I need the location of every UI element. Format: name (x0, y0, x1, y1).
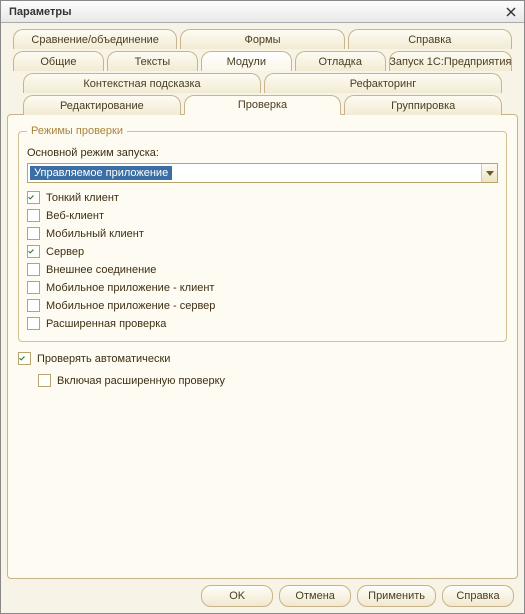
ok-button[interactable]: OK (201, 585, 273, 607)
tab-editing[interactable]: Редактирование (23, 95, 181, 115)
tab-row-3: Контекстная подсказка Рефакторинг (7, 73, 518, 93)
chevron-down-icon[interactable] (481, 164, 497, 182)
tab-label: Отладка (318, 56, 361, 68)
tab-label: Проверка (238, 99, 287, 111)
tab-label: Справка (408, 34, 451, 46)
check-label: Мобильное приложение - клиент (46, 282, 214, 294)
include-ext-label: Включая расширенную проверку (57, 375, 225, 387)
mode-label: Основной режим запуска: (27, 147, 498, 159)
check-row[interactable]: Тонкий клиент (27, 191, 498, 204)
close-icon[interactable] (502, 4, 520, 20)
help-button[interactable]: Справка (442, 585, 514, 607)
checkbox[interactable] (27, 245, 40, 258)
window-title: Параметры (9, 6, 71, 18)
group-legend: Режимы проверки (27, 125, 127, 137)
tab-texts[interactable]: Тексты (107, 51, 198, 71)
check-row[interactable]: Внешнее соединение (27, 263, 498, 276)
mode-combo[interactable]: Управляемое приложение (27, 163, 498, 183)
tab-row-1: Сравнение/объединение Формы Справка (7, 29, 518, 49)
tab-label: Контекстная подсказка (83, 78, 200, 90)
tab-label: Формы (244, 34, 280, 46)
checkbox[interactable] (27, 317, 40, 330)
check-row[interactable]: Мобильное приложение - сервер (27, 299, 498, 312)
checkbox[interactable] (27, 263, 40, 276)
check-row[interactable]: Расширенная проверка (27, 317, 498, 330)
check-label: Веб-клиент (46, 210, 104, 222)
auto-check-row[interactable]: Проверять автоматически (18, 352, 507, 365)
cancel-button[interactable]: Отмена (279, 585, 351, 607)
tab-label: Рефакторинг (350, 78, 416, 90)
tab-label: Запуск 1С:Предприятия (389, 56, 511, 68)
tab-label: Сравнение/объединение (31, 34, 159, 46)
check-row[interactable]: Веб-клиент (27, 209, 498, 222)
panel-check: Режимы проверки Основной режим запуска: … (7, 114, 518, 579)
tab-row-2: Общие Тексты Модули Отладка Запуск 1С:Пр… (7, 51, 518, 71)
auto-check-label: Проверять автоматически (37, 353, 170, 365)
tab-label: Группировка (391, 100, 455, 112)
check-row[interactable]: Мобильный клиент (27, 227, 498, 240)
check-label: Мобильный клиент (46, 228, 144, 240)
tab-row-4: Редактирование Проверка Группировка (7, 95, 518, 115)
tab-label: Тексты (135, 56, 171, 68)
check-label: Расширенная проверка (46, 318, 166, 330)
check-label: Внешнее соединение (46, 264, 156, 276)
mode-combo-value: Управляемое приложение (30, 166, 172, 180)
button-row: OK Отмена Применить Справка (7, 579, 518, 609)
check-row[interactable]: Мобильное приложение - клиент (27, 281, 498, 294)
apply-button[interactable]: Применить (357, 585, 436, 607)
include-ext-row[interactable]: Включая расширенную проверку (38, 374, 507, 387)
tab-context-hint[interactable]: Контекстная подсказка (23, 73, 261, 93)
tab-grouping[interactable]: Группировка (344, 95, 502, 115)
tab-refactoring[interactable]: Рефакторинг (264, 73, 502, 93)
check-row[interactable]: Сервер (27, 245, 498, 258)
tab-label: Редактирование (60, 100, 144, 112)
group-check-modes: Режимы проверки Основной режим запуска: … (18, 125, 507, 342)
button-label: Отмена (295, 590, 334, 602)
tab-label: Общие (40, 56, 76, 68)
checkbox[interactable] (27, 191, 40, 204)
tab-check[interactable]: Проверка (184, 95, 342, 115)
checkbox[interactable] (27, 209, 40, 222)
tab-general[interactable]: Общие (13, 51, 104, 71)
check-label: Мобильное приложение - сервер (46, 300, 215, 312)
checkbox-include-ext[interactable] (38, 374, 51, 387)
tab-compare-merge[interactable]: Сравнение/объединение (13, 29, 177, 49)
titlebar: Параметры (1, 1, 524, 23)
tab-label: Модули (227, 56, 266, 68)
tab-help[interactable]: Справка (348, 29, 512, 49)
checkbox[interactable] (27, 281, 40, 294)
button-label: OK (229, 590, 245, 602)
checkbox-auto[interactable] (18, 352, 31, 365)
check-label: Сервер (46, 246, 84, 258)
checkbox[interactable] (27, 227, 40, 240)
tab-debug[interactable]: Отладка (295, 51, 386, 71)
button-label: Применить (368, 590, 425, 602)
tab-modules[interactable]: Модули (201, 51, 292, 71)
button-label: Справка (456, 590, 499, 602)
check-label: Тонкий клиент (46, 192, 119, 204)
checkbox[interactable] (27, 299, 40, 312)
tab-forms[interactable]: Формы (180, 29, 344, 49)
tab-rows: Сравнение/объединение Формы Справка Общи… (7, 29, 518, 115)
tab-run-enterprise[interactable]: Запуск 1С:Предприятия (389, 51, 512, 71)
